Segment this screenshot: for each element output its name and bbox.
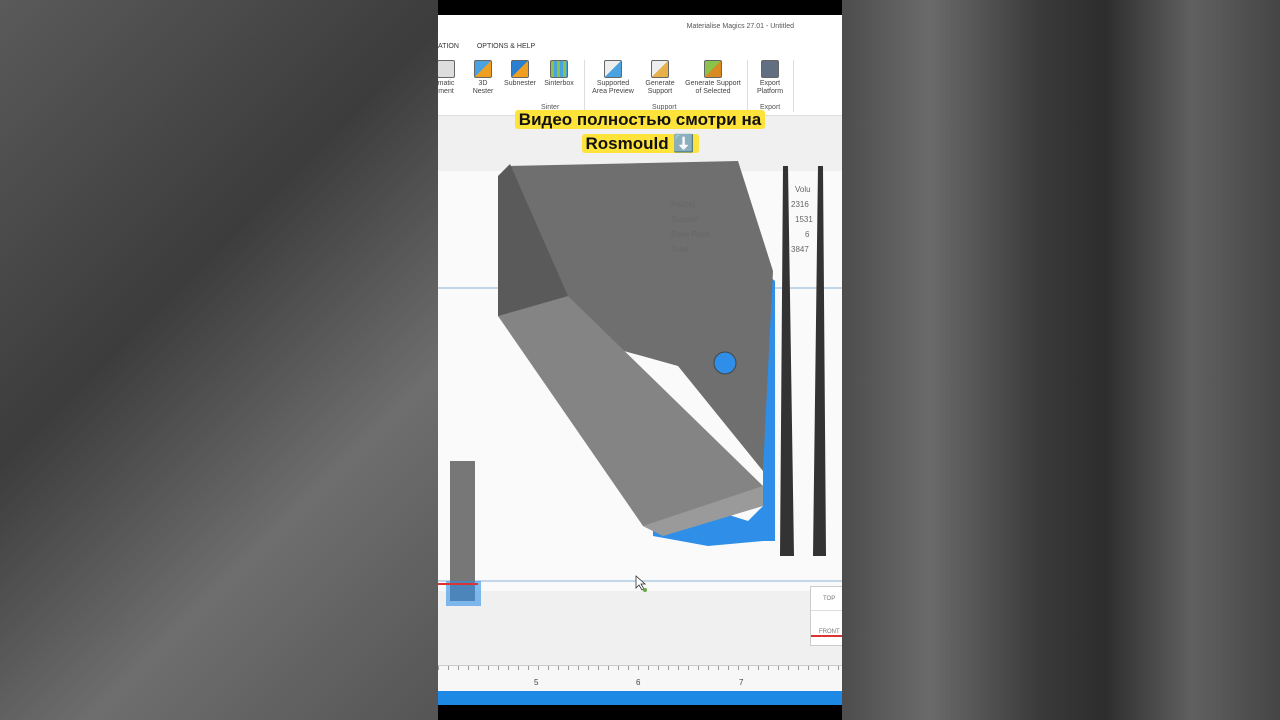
subnester-icon [511, 60, 529, 78]
stats-row: Total 3847 [671, 245, 809, 254]
ruler-label: 5 [534, 678, 539, 687]
export-platform-button[interactable]: Export Platform [752, 60, 788, 96]
stats-row: Support 1531 [671, 215, 813, 224]
video-caption: Видео полностью смотри на Rosmould ⬇️ [438, 108, 842, 156]
blurred-background-left [0, 0, 438, 720]
tab-automation[interactable]: ATION [438, 43, 459, 50]
sinterbox-button[interactable]: Sinterbox [542, 60, 576, 88]
stats-header: Volu [795, 185, 811, 194]
status-bar [438, 691, 842, 705]
view-cube[interactable]: TOP FRONT [810, 586, 842, 646]
generate-support-button[interactable]: Generate Support [642, 60, 678, 96]
stats-row: Base Plate 6 [671, 230, 810, 239]
divider [747, 60, 748, 112]
automatic-placement-button[interactable]: matic ment [438, 60, 458, 96]
export-platform-icon [761, 60, 779, 78]
blurred-background-right [842, 0, 1280, 720]
automatic-placement-icon [438, 60, 455, 78]
volume-stats: Volu Part(s) 2316 Support 1531 Base Plate 6… [671, 185, 813, 257]
divider [793, 60, 794, 112]
ribbon-tabs: ATION OPTIONS & HELP [438, 40, 842, 58]
3d-nester-icon [474, 60, 492, 78]
subnester-button[interactable]: Subnester [502, 60, 538, 88]
supported-area-preview-icon [604, 60, 622, 78]
supported-area-preview-button[interactable]: Supported Area Preview [588, 60, 638, 96]
caption-line-1: Видео полностью смотри на [514, 110, 766, 129]
stats-row: Part(s) 2316 [671, 200, 809, 209]
view-cube-top[interactable]: TOP [811, 587, 842, 602]
window-title: Materialise Magics 27.01 - Untitled [438, 15, 842, 40]
generate-support-selected-button[interactable]: Generate Support of Selected [682, 60, 744, 96]
generate-support-selected-icon [704, 60, 722, 78]
generate-support-icon [651, 60, 669, 78]
video-frame[interactable]: Materialise Magics 27.01 - Untitled ATIO… [438, 0, 842, 720]
tab-options-help[interactable]: OPTIONS & HELP [477, 43, 535, 50]
3d-nester-button[interactable]: 3D Nester [468, 60, 498, 96]
caption-line-2: Rosmould ⬇️ [581, 134, 699, 153]
scene [438, 161, 842, 606]
ruler-label: 7 [739, 678, 744, 687]
view-cube-front[interactable]: FRONT [811, 610, 842, 637]
ruler-label: 6 [636, 678, 641, 687]
3d-viewport[interactable]: Volu Part(s) 2316 Support 1531 Base Plate 6… [438, 116, 842, 705]
ruler: 5 6 7 [438, 665, 842, 693]
sinterbox-icon [550, 60, 568, 78]
divider [584, 60, 585, 112]
